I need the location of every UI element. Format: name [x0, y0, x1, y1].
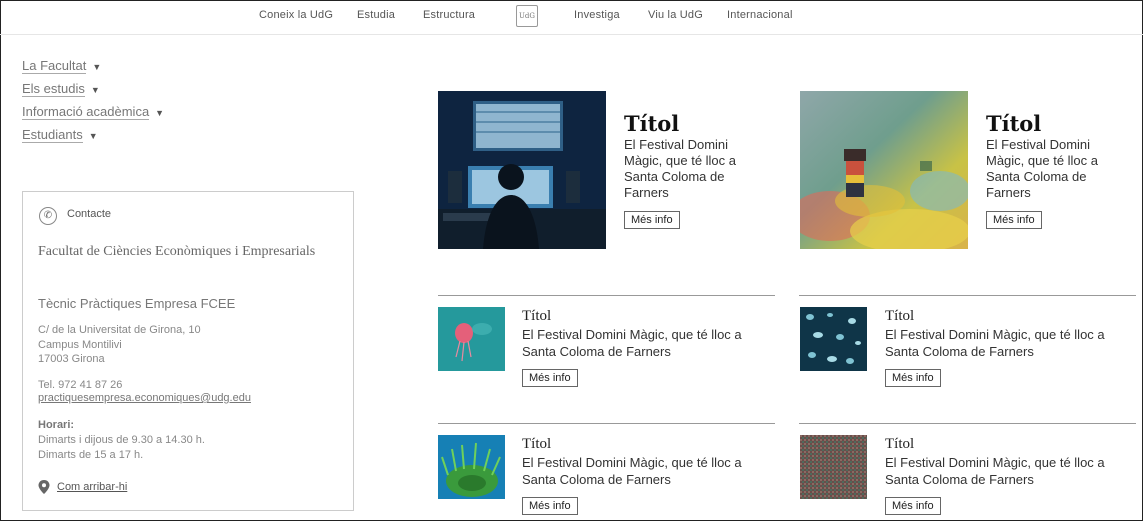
nav-item-viu[interactable]: Viu la UdG [648, 9, 703, 21]
more-info-button[interactable]: Més info [522, 497, 578, 515]
sidebar-item-label: Estudiants [22, 127, 83, 143]
featured-description: El Festival Domini Màgic, que té lloc a … [986, 137, 1099, 200]
card-title: Títol [522, 308, 552, 324]
sidebar-item-label: La Facultat [22, 58, 87, 74]
card-description: El Festival Domini Màgic, que té lloc a … [885, 327, 1105, 359]
schedule-line-2: Dimarts de 15 a 17 h. [38, 449, 144, 461]
featured-title: Títol [986, 111, 1042, 136]
sidebar-item-estudiants[interactable]: Estudiants ▼ [22, 127, 98, 143]
contact-card: ✆ Contacte Facultat de Ciències Econòmiq… [22, 191, 354, 511]
chevron-down-icon: ▼ [90, 85, 100, 95]
card-divider [799, 295, 1136, 296]
address-line-3: 17003 Girona [38, 353, 105, 365]
location-pin-icon [38, 480, 50, 494]
nav-item-estructura[interactable]: Estructura [423, 9, 475, 21]
card-title: Títol [885, 308, 915, 324]
card-title: Títol [522, 436, 552, 452]
sea-anemone-image[interactable] [438, 435, 505, 499]
nav-item-estudia[interactable]: Estudia [357, 9, 395, 21]
sidebar-item-informacio-academica[interactable]: Informació acadèmica ▼ [22, 104, 165, 120]
udg-logo[interactable]: UdG [516, 5, 538, 27]
address-line-2: Campus Montilivi [38, 339, 122, 351]
jellyfish-swarm-image[interactable] [800, 307, 867, 371]
studio-image[interactable] [438, 91, 606, 249]
sidebar-item-label: Els estudis [22, 81, 85, 97]
faculty-name: Facultat de Ciències Econòmiques i Empre… [38, 244, 316, 259]
fabric-texture-image[interactable] [800, 435, 867, 499]
card-title: Títol [885, 436, 915, 452]
card-divider [438, 423, 775, 424]
more-info-button[interactable]: Més info [986, 211, 1042, 229]
card-description: El Festival Domini Màgic, que té lloc a … [885, 455, 1105, 487]
chevron-down-icon: ▼ [88, 131, 98, 141]
contact-title: Contacte [67, 208, 112, 220]
more-info-button[interactable]: Més info [522, 369, 578, 387]
nav-item-investiga[interactable]: Investiga [574, 9, 620, 21]
nav-item-coneix[interactable]: Coneix la UdG [259, 9, 333, 21]
phone-icon: ✆ [39, 207, 57, 225]
figurine-image[interactable] [800, 91, 968, 249]
nav-item-internacional[interactable]: Internacional [727, 9, 793, 21]
schedule-label: Horari: [38, 419, 75, 431]
featured-description: El Festival Domini Màgic, que té lloc a … [624, 137, 737, 200]
email-link[interactable]: practiquesempresa.economiques@udg.edu [38, 392, 251, 404]
card-divider [438, 295, 775, 296]
card-description: El Festival Domini Màgic, que té lloc a … [522, 455, 742, 487]
address-line-1: C/ de la Universitat de Girona, 10 [38, 324, 201, 336]
card-divider [799, 423, 1136, 424]
chevron-down-icon: ▼ [92, 62, 102, 72]
sidebar-item-els-estudis[interactable]: Els estudis ▼ [22, 81, 100, 97]
more-info-button[interactable]: Més info [624, 211, 680, 229]
featured-title: Títol [624, 111, 680, 136]
phone-number: Tel. 972 41 87 26 [38, 379, 123, 391]
chevron-down-icon: ▼ [155, 108, 165, 118]
sidebar-item-la-facultat[interactable]: La Facultat ▼ [22, 58, 102, 74]
sidebar-item-label: Informació acadèmica [22, 104, 150, 120]
directions-link[interactable]: Com arribar-hi [57, 481, 127, 493]
jellyfish-image[interactable] [438, 307, 505, 371]
card-description: El Festival Domini Màgic, que té lloc a … [522, 327, 742, 359]
top-navigation: Coneix la UdG Estudia Estructura UdG Inv… [0, 0, 1143, 35]
more-info-button[interactable]: Més info [885, 369, 941, 387]
more-info-button[interactable]: Més info [885, 497, 941, 515]
schedule-line-1: Dimarts i dijous de 9.30 a 14.30 h. [38, 434, 205, 446]
unit-name: Tècnic Pràctiques Empresa FCEE [38, 296, 236, 311]
